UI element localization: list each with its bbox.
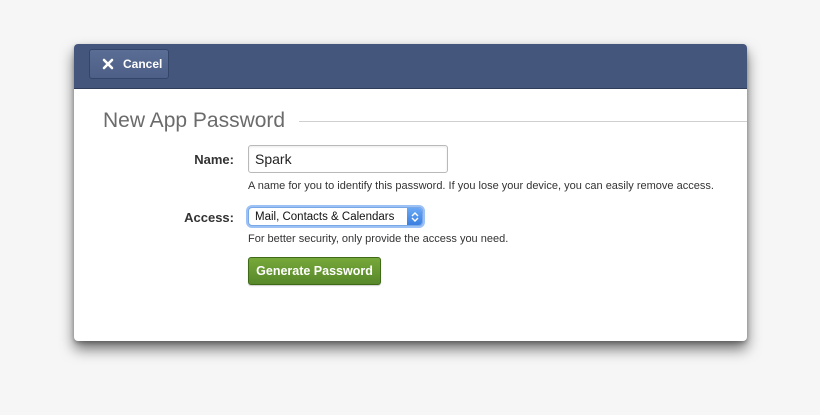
page-title: New App Password <box>103 109 286 132</box>
name-input[interactable] <box>248 145 448 173</box>
title-row: New App Password <box>103 108 747 134</box>
name-help-text: A name for you to identify this password… <box>248 180 714 192</box>
cancel-button[interactable]: Cancel <box>89 49 169 79</box>
name-label: Name: <box>194 152 234 167</box>
generate-password-button[interactable]: Generate Password <box>248 257 381 285</box>
access-select-value: Mail, Contacts & Calendars <box>255 210 395 223</box>
access-label: Access: <box>184 210 234 225</box>
title-divider <box>299 120 747 122</box>
select-arrows-icon <box>407 208 422 225</box>
app-password-dialog: Cancel New App Password Name: A name for… <box>74 44 747 341</box>
dialog-header: Cancel <box>74 44 747 89</box>
close-icon <box>102 58 114 70</box>
access-select[interactable]: Mail, Contacts & Calendars <box>248 207 423 226</box>
cancel-button-label: Cancel <box>123 57 163 71</box>
access-help-text: For better security, only provide the ac… <box>248 233 509 245</box>
